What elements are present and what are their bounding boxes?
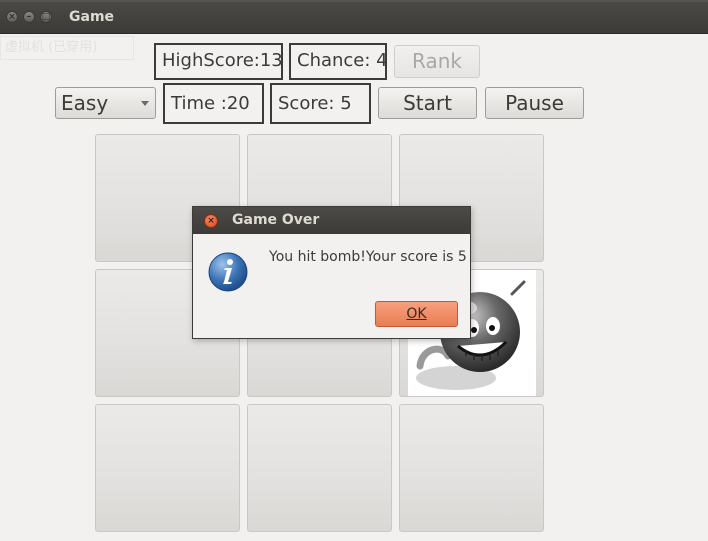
time-label: Time :20 xyxy=(163,83,264,124)
grid-tile-3-1[interactable] xyxy=(95,404,240,532)
game-window: × – □ Game 虚拟机 (已穿用) HighScore:13 Chance… xyxy=(0,0,708,541)
chance-label: Chance: 4 xyxy=(289,43,387,80)
window-close-icon[interactable]: × xyxy=(6,11,18,23)
title-bar: × – □ Game xyxy=(0,0,708,34)
window-maximize-icon[interactable]: □ xyxy=(40,11,52,23)
dialog-message: You hit bomb!Your score is 5 xyxy=(269,249,467,265)
ok-button-label: OK xyxy=(406,306,427,322)
window-title: Game xyxy=(69,9,115,25)
start-button[interactable]: Start xyxy=(378,87,477,119)
pause-button[interactable]: Pause xyxy=(485,87,584,119)
background-label: 虚拟机 (已穿用) xyxy=(0,36,134,60)
grid-tile-3-3[interactable] xyxy=(399,404,544,532)
difficulty-select[interactable]: Easy xyxy=(55,87,156,119)
dialog-close-icon[interactable]: × xyxy=(204,214,218,228)
high-score-label: HighScore:13 xyxy=(154,43,283,80)
window-minimize-icon[interactable]: – xyxy=(23,11,35,23)
ok-button[interactable]: OK xyxy=(375,301,458,327)
info-icon xyxy=(208,252,248,292)
grid-tile-3-2[interactable] xyxy=(247,404,392,532)
score-label: Score: 5 xyxy=(270,83,371,124)
dropdown-arrow-icon xyxy=(141,101,149,106)
rank-button[interactable]: Rank xyxy=(394,45,480,78)
difficulty-value: Easy xyxy=(61,91,109,115)
dialog-title: Game Over xyxy=(232,212,320,228)
dialog-title-bar: × Game Over xyxy=(193,207,470,234)
game-over-dialog: × Game Over You hit bomb!Your score is 5… xyxy=(192,206,471,339)
titlebar-highlight xyxy=(0,0,708,2)
